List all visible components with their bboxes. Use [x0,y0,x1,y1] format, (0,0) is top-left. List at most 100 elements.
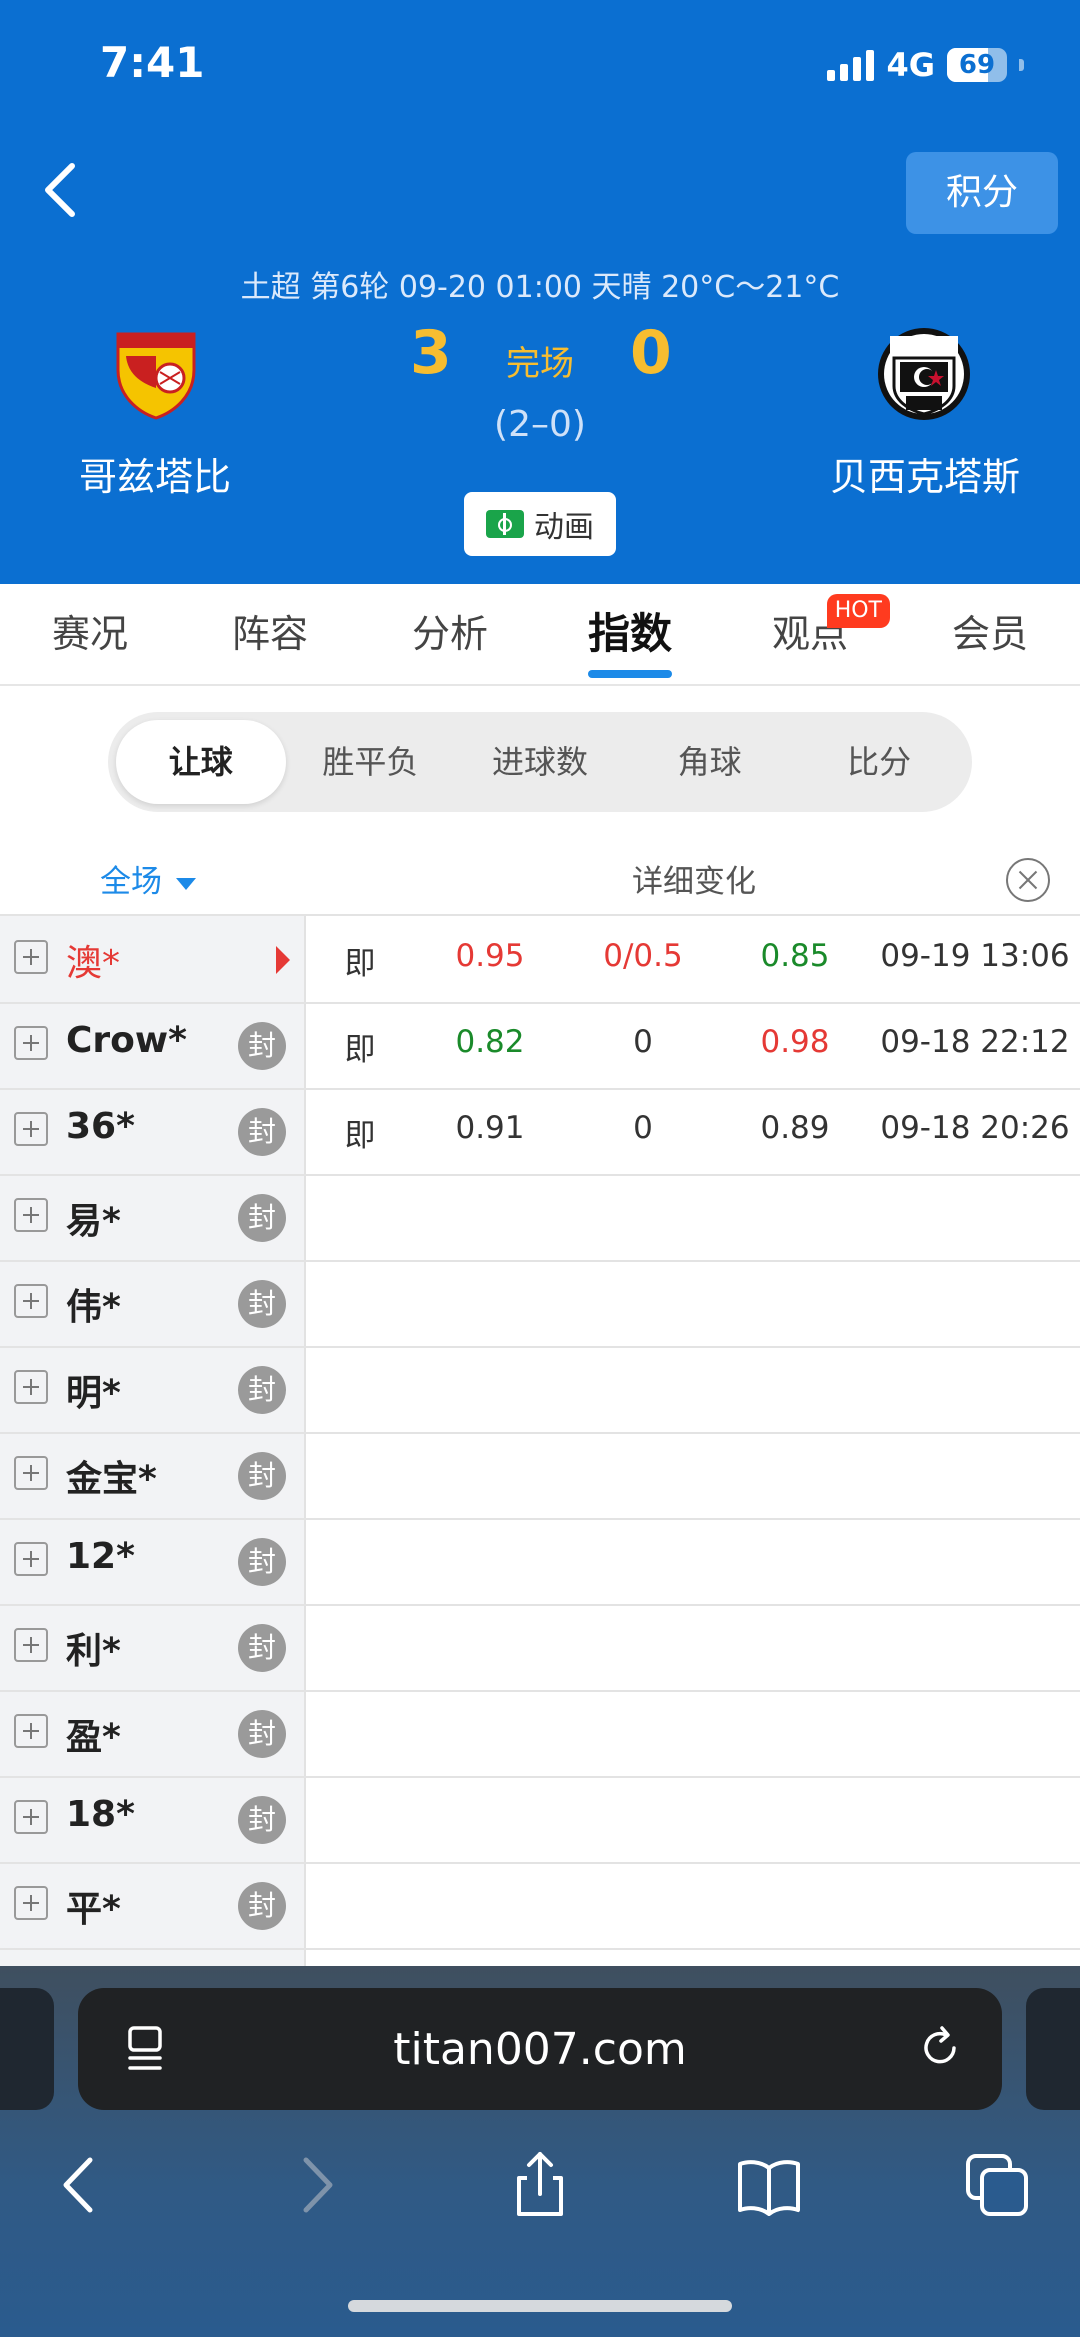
table-row[interactable]: 平* 封 [0,1862,1080,1950]
table-row[interactable]: 金宝* 封 [0,1432,1080,1520]
closed-badge: 封 [238,1366,286,1414]
table-row[interactable]: 利* 封 [0,1604,1080,1692]
tab-member[interactable]: 会员 [900,584,1080,684]
table-row[interactable]: Crow* 封 即 0.82 0 0.98 09-18 22:12 [0,1002,1080,1090]
expand-plus-icon[interactable] [14,1714,48,1748]
tab-match[interactable]: 赛况 [0,584,180,684]
tabs-overview-icon[interactable] [962,2150,1032,2220]
expand-plus-icon[interactable] [14,940,48,974]
expand-plus-icon[interactable] [14,1542,48,1576]
update-time: 09-18 20:26 [880,1110,1070,1146]
status-indicators: 4G 69 [827,46,1024,84]
tab-label: 分析 [411,612,488,656]
expand-plus-icon[interactable] [14,1026,48,1060]
company-name: 利* [66,1631,121,1672]
main-tabs: 赛况 阵容 分析 指数 观点 HOT 会员 [0,584,1080,686]
expand-plus-icon[interactable] [14,1628,48,1662]
table-row[interactable]: 澳* 即 0.95 0/0.5 0.85 09-19 13:06 [0,916,1080,1004]
company-name: 36* [66,1106,135,1147]
company-name: 明* [66,1373,121,1414]
closed-badge: 封 [238,1710,286,1758]
table-row[interactable]: 36* 封 即 0.91 0 0.89 09-18 20:26 [0,1088,1080,1176]
status-time: 7:41 [100,38,205,87]
tab-analysis[interactable]: 分析 [360,584,540,684]
company-name: 平* [66,1889,121,1930]
expand-plus-icon[interactable] [14,1886,48,1920]
table-row[interactable]: 明* 封 [0,1346,1080,1434]
expand-plus-icon[interactable] [14,1800,48,1834]
update-time: 09-19 13:06 [880,938,1070,974]
network-type: 4G [886,46,935,84]
url-text: titan007.com [393,2024,687,2075]
address-bar[interactable]: titan007.com [78,1988,1002,2110]
closed-badge: 封 [238,1108,286,1156]
subtab-total-goals[interactable]: 进球数 [455,720,625,804]
closed-badge: 封 [238,1882,286,1930]
match-header: 7:41 4G 69 积分 土超 第6轮 09-20 01:00 天晴 20°C… [0,0,1080,584]
company-name: 易* [66,1201,121,1242]
share-icon[interactable] [505,2150,575,2220]
hot-badge: HOT [826,594,890,628]
company-name: 18* [66,1794,135,1835]
close-icon[interactable] [1006,858,1050,902]
closed-badge: 封 [238,1452,286,1500]
bookmarks-icon[interactable] [734,2150,804,2220]
table-row[interactable]: 易* 封 [0,1174,1080,1262]
battery-icon: 69 [947,48,1007,82]
away-team-name[interactable]: 贝西克塔斯 [820,446,1030,501]
odds-type: 即 [344,1032,376,1068]
tab-opinion[interactable]: 观点 HOT [720,584,900,684]
battery-tip [1019,59,1024,71]
home-team-name[interactable]: 哥兹塔比 [60,446,250,501]
subtab-correct-score[interactable]: 比分 [794,720,964,804]
previous-tab-card[interactable] [0,1988,54,2110]
expand-plus-icon[interactable] [14,1284,48,1318]
tab-lineup[interactable]: 阵容 [180,584,360,684]
browser-forward-icon[interactable] [280,2150,350,2220]
back-arrow-icon[interactable] [38,160,88,220]
animation-button[interactable]: 动画 [464,492,616,556]
standings-button[interactable]: 积分 [906,152,1058,234]
odds-type: 即 [344,1118,376,1154]
expand-plus-icon[interactable] [14,1370,48,1404]
table-row[interactable]: 盈* 封 [0,1690,1080,1778]
subtab-handicap[interactable]: 让球 [116,720,286,804]
animation-label: 动画 [534,510,594,545]
handicap-line: 0 [633,1110,653,1146]
company-name: 金宝* [66,1459,157,1500]
match-info: 土超 第6轮 09-20 01:00 天晴 20°C～21°C [240,270,840,305]
table-row[interactable]: 12* 封 [0,1518,1080,1606]
table-row[interactable]: 18* 封 [0,1776,1080,1864]
tab-odds[interactable]: 指数 [540,584,720,684]
subtab-1x2[interactable]: 胜平负 [286,720,456,804]
home-odds: 0.91 [455,1110,525,1146]
home-indicator[interactable] [348,2300,732,2312]
browser-back-icon[interactable] [46,2150,116,2220]
odds-table: 澳* 即 0.95 0/0.5 0.85 09-19 13:06 Crow* 封即 0.82 0 0… [0,916,1080,1966]
company-name: Crow* [66,1020,187,1061]
table-row[interactable]: 伟* 封 [0,1260,1080,1348]
subtab-corners[interactable]: 角球 [625,720,795,804]
match-status: 完场 [506,344,574,384]
company-name: 12* [66,1536,135,1577]
reload-icon[interactable] [916,2024,964,2072]
closed-badge: 封 [238,1280,286,1328]
expand-plus-icon[interactable] [14,1112,48,1146]
expand-plus-icon[interactable] [14,1456,48,1490]
away-odds: 0.89 [760,1110,830,1146]
handicap-line: 0/0.5 [603,938,683,974]
selected-arrow-icon [276,946,290,974]
expand-plus-icon[interactable] [14,1198,48,1232]
closed-badge: 封 [238,1022,286,1070]
closed-badge: 封 [238,1796,286,1844]
next-tab-card[interactable] [1026,1988,1080,2110]
tab-label: 阵容 [231,612,308,656]
pitch-icon [486,510,524,538]
away-odds: 0.85 [760,938,830,974]
odds-type-switcher: 让球 胜平负 进球数 角球 比分 [108,712,972,812]
signal-icon [827,49,875,81]
closed-badge: 封 [238,1624,286,1672]
company-name: 盈* [66,1717,121,1758]
company-name: 伟* [66,1287,121,1328]
home-odds: 0.95 [455,938,525,974]
